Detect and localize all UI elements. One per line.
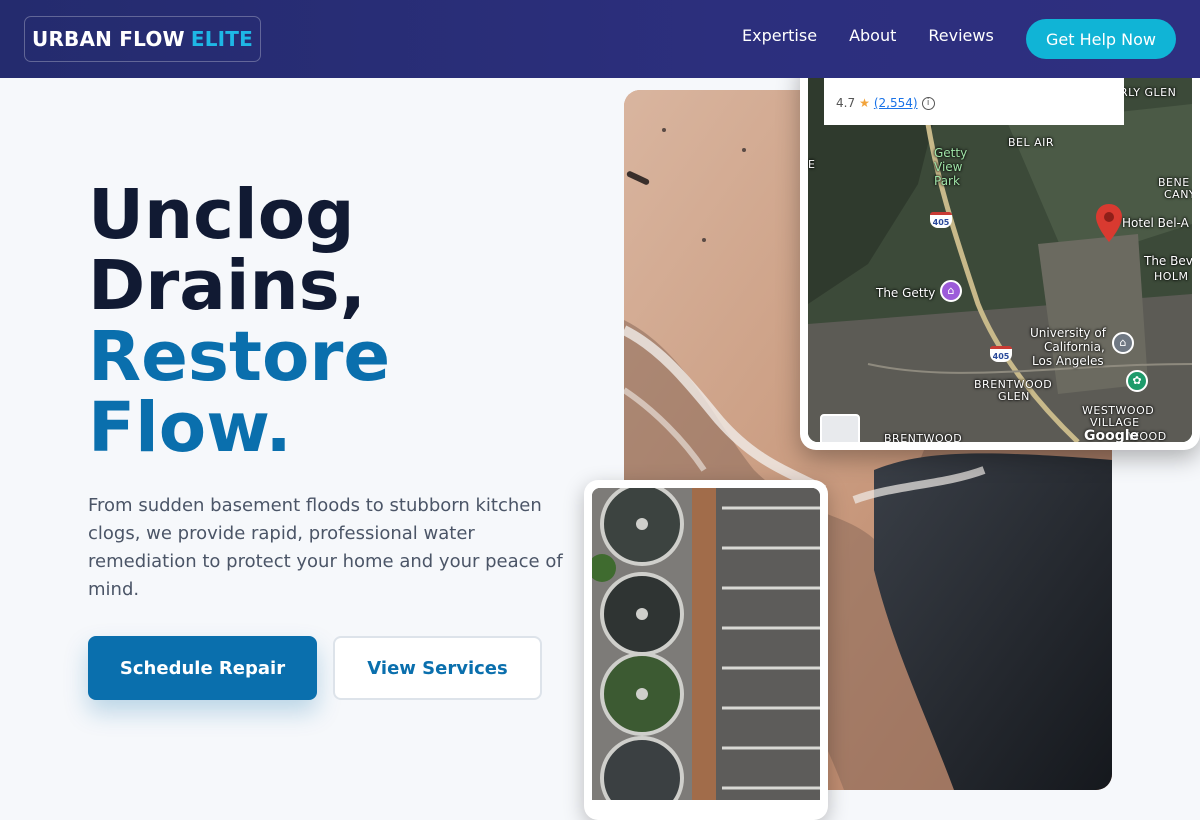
map-label-ucla-1: University of — [1030, 326, 1106, 340]
headline-line-4: Flow. — [88, 388, 292, 468]
top-navbar: URBAN FLOW ELITE Expertise About Reviews… — [0, 0, 1200, 78]
treatment-plant-image — [592, 488, 820, 800]
map-label-brentwood: BRENTWOOD — [884, 432, 963, 442]
map-label-bel-air: BEL AIR — [1008, 136, 1055, 149]
treatment-plant-illustration — [592, 488, 820, 800]
map-label-ucla-2: California, — [1044, 340, 1105, 354]
museum-icon[interactable]: ⌂ — [940, 280, 962, 302]
location-pin-icon[interactable] — [1096, 204, 1122, 242]
schedule-repair-button[interactable]: Schedule Repair — [88, 636, 317, 700]
get-help-button[interactable]: Get Help Now — [1026, 19, 1176, 59]
map-layer-toggle[interactable] — [820, 414, 860, 442]
nav-link-reviews[interactable]: Reviews — [928, 26, 993, 45]
map-label-brentwood-glen-2: GLEN — [998, 390, 1030, 403]
satellite-map[interactable]: 4.7 ★ (2,554) i RLY GLEN BEL AIR Getty V… — [808, 64, 1192, 442]
brand-accent: ELITE — [190, 27, 253, 51]
brand-logo[interactable]: URBAN FLOW ELITE — [24, 16, 261, 62]
brand-name: URBAN FLOW — [32, 27, 185, 51]
school-icon[interactable]: ⌂ — [1112, 332, 1134, 354]
map-label-e: E — [808, 158, 816, 171]
google-attribution: Google — [1084, 428, 1140, 442]
headline-line-3: Restore — [88, 317, 391, 397]
map-label-the-getty: The Getty — [876, 286, 936, 300]
rating-row: 4.7 ★ (2,554) i — [836, 96, 935, 110]
rating-value: 4.7 — [836, 96, 856, 110]
hero-lead-text: From sudden basement floods to stubborn … — [88, 495, 563, 600]
headline-line-2: Drains, — [88, 246, 366, 326]
map-label-hotel-bel-air: Hotel Bel-A — [1122, 216, 1189, 230]
star-icon: ★ — [859, 96, 870, 110]
nav-link-expertise[interactable]: Expertise — [742, 26, 817, 45]
nav-links: Expertise About Reviews — [742, 26, 994, 45]
map-label-cany: CANY — [1164, 188, 1192, 201]
map-label-getty-view-park: Getty View Park — [934, 146, 968, 188]
park-icon[interactable]: ✿ — [1126, 370, 1148, 392]
treatment-plant-card — [584, 480, 828, 820]
hero-headline: Unclog Drains, Restore Flow. — [88, 180, 390, 464]
highway-shield-icon: 405 — [930, 212, 952, 228]
headline-line-1: Unclog — [88, 175, 355, 255]
nav-link-about[interactable]: About — [849, 26, 896, 45]
map-label-holm: HOLM — [1154, 270, 1189, 283]
map-label-the-bev: The Bev — [1144, 254, 1192, 268]
map-label-rly-glen: RLY GLEN — [1120, 86, 1177, 99]
map-card[interactable]: 4.7 ★ (2,554) i RLY GLEN BEL AIR Getty V… — [800, 56, 1200, 450]
highway-shield-icon-2: 405 — [990, 346, 1012, 362]
map-label-ucla-3: Los Angeles — [1032, 354, 1104, 368]
review-count-link[interactable]: (2,554) — [874, 96, 918, 110]
info-icon[interactable]: i — [921, 96, 935, 110]
view-services-button[interactable]: View Services — [333, 636, 542, 700]
